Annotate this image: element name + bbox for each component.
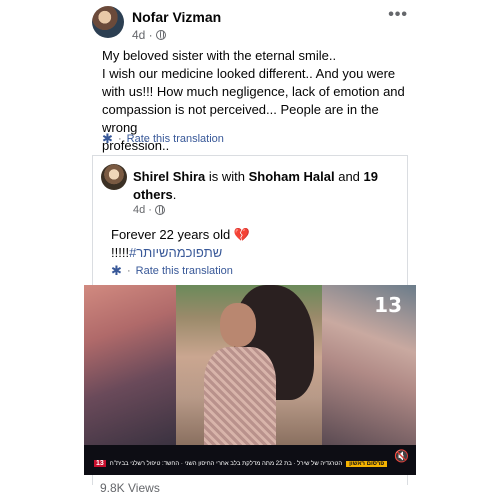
post-header: Nofar Vizman 4d · ••• [92,6,408,42]
shared-rate-translation-link[interactable]: · Rate this translation [111,263,233,279]
post-line: My beloved sister with the eternal smile… [102,48,337,63]
shared-author-name[interactable]: Shirel Shira [133,169,205,184]
shared-author-avatar[interactable] [101,164,127,190]
mute-icon[interactable]: 🔇 [394,448,410,464]
news-ticker: 13 הטרגדיה של שירל · בת 22 מתה מדלקת בלב… [84,445,416,475]
ticker-text: הטרגדיה של שירל · בת 22 מתה מדלקת בלב אח… [109,460,343,467]
post-line: compassion is not perceived... People ar… [102,102,379,135]
view-count: 9.8K Views [100,481,160,494]
separator-dot: · [127,265,131,277]
broken-heart-icon: 💔 [233,227,251,242]
post-line: I wish our medicine looked different.. A… [102,66,396,81]
shared-line: !!!!!#שתפוכמהשיותר [111,244,250,262]
ticker-row: 13 הטרגדיה של שירל · בת 22 מתה מדלקת בלב… [94,458,388,469]
shared-text: Forever 22 years old [111,227,231,242]
more-options-icon[interactable]: ••• [388,6,408,24]
globe-icon [154,205,165,215]
and-text: and [338,169,360,184]
gear-icon [111,263,122,279]
shared-line: Forever 22 years old 💔 [111,226,250,244]
tagged-friend[interactable]: Shoham Halal [249,169,335,184]
channel-logo: 13 [374,293,402,317]
author-avatar[interactable] [92,6,124,38]
shared-timestamp[interactable]: 4d · [133,204,152,216]
ticker-badge: פרסום ראשון [346,460,388,467]
video-subject-face [220,303,256,347]
rate-translation-label[interactable]: Rate this translation [136,265,233,277]
video-blur-left [84,285,176,445]
post-timestamp[interactable]: 4d · [132,28,153,42]
post-meta: 4d · [132,28,166,42]
post-line: with us!!! How much negligence, lack of … [102,84,405,99]
shared-body: Forever 22 years old 💔 !!!!!#שתפוכמהשיות… [111,226,250,262]
author-name[interactable]: Nofar Vizman [132,9,221,25]
rate-translation-link[interactable]: · Rate this translation [102,131,224,147]
with-text: is with [208,169,245,184]
hashtag-link[interactable]: #שתפוכמהשיותר [129,245,222,260]
video-subject-dress [204,347,276,445]
ticker-channel-number: 13 [94,460,106,467]
globe-icon [155,30,166,40]
gear-icon [102,131,113,147]
shared-author-line: Shirel Shira is with Shoham Halal and 19… [133,168,403,204]
shared-meta: 4d · [133,204,165,216]
separator-dot: · [118,133,122,145]
exclamations: !!!!! [111,245,130,260]
rate-translation-label[interactable]: Rate this translation [127,133,224,145]
video-player[interactable]: 13 13 הטרגדיה של שירל · בת 22 מתה מדלקת … [84,285,416,475]
post-card: Nofar Vizman 4d · ••• My beloved sister … [84,0,416,494]
period: . [172,187,177,202]
